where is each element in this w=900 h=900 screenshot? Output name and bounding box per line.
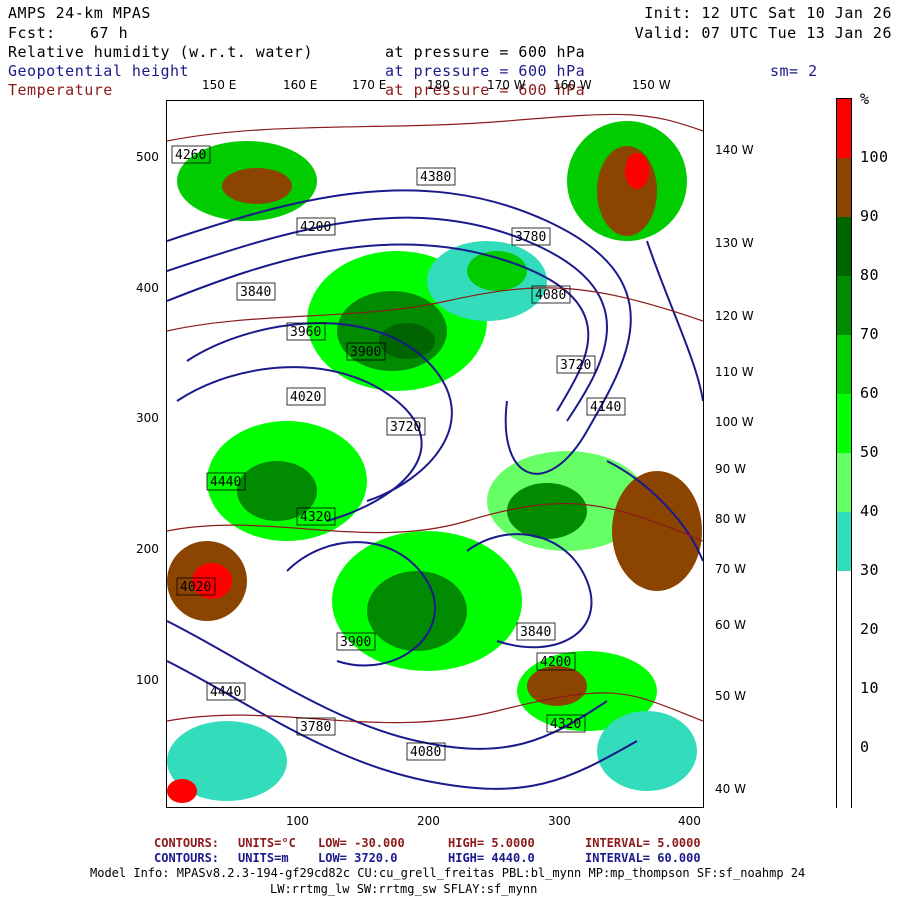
height-label: 4200 [540,655,571,670]
colorbar-segment [837,512,851,572]
lon-label-right: 120 W [715,309,754,323]
map-plot-area: 4260 4380 4200 3780 3840 3960 4080 3900 3720 3720… [166,100,704,808]
height-label: 4080 [410,745,441,760]
x-tick-label: 200 [417,814,440,828]
height-contour-low: LOW= 3720.0 [318,851,398,865]
height-label: 3720 [390,420,421,435]
lon-label-top: 160 W [553,78,592,92]
forecast-label: Fcst: [8,24,56,42]
colorbar-label: 0 [860,738,870,756]
model-title: AMPS 24-km MPAS [8,4,151,22]
colorbar-label: 60 [860,384,880,402]
height-label: 3840 [240,285,271,300]
height-contour-interval: INTERVAL= 60.000 [585,851,701,865]
forecast-hours: 67 h [90,24,129,42]
lon-label-top: 180 [427,78,450,92]
height-label: 4080 [535,288,566,303]
lon-label-right: 60 W [715,618,746,632]
colorbar-label: 10 [860,679,880,697]
colorbar-segment [837,158,851,218]
init-time: Init: 12 UTC Sat 10 Jan 26 [644,4,892,22]
height-contour-label: CONTOURS: [154,851,220,865]
lon-label-right: 70 W [715,562,746,576]
height-label: 4320 [550,717,581,732]
lon-label-top: 170 W [487,78,526,92]
y-tick-label: 200 [136,542,159,556]
temp-contour-label: CONTOURS: [154,836,220,850]
colorbar-segment [837,571,851,631]
lon-label-right: 50 W [715,689,746,703]
humidity-colorbar [836,98,852,808]
height-label: 3900 [350,345,381,360]
height-label: 4140 [590,400,621,415]
y-tick-label: 400 [136,281,159,295]
x-tick-label: 400 [678,814,701,828]
height-label: 4440 [210,685,241,700]
smoothing-label: sm= 2 [770,62,818,80]
lon-label-right: 130 W [715,236,754,250]
model-info-line-2: LW:rrtmg_lw SW:rrtmg_sw SFLAY:sf_mynn [270,882,538,896]
lon-label-top: 170 E [352,78,387,92]
colorbar-segment [837,217,851,277]
colorbar-label: 50 [860,443,880,461]
model-info-line-1: Model Info: MPASv8.2.3-194-gf29cd82c CU:… [90,866,806,880]
lon-label-right: 80 W [715,512,746,526]
height-label: 4200 [300,220,331,235]
height-label: 3780 [515,230,546,245]
valid-time: Valid: 07 UTC Tue 13 Jan 26 [634,24,892,42]
colorbar-segment [837,276,851,336]
colorbar-label: 30 [860,561,880,579]
field-name-height: Geopotential height [8,62,190,80]
height-label: 4020 [180,580,211,595]
colorbar-label: 70 [860,325,880,343]
lon-label-top: 150 W [632,78,671,92]
colorbar-label: 20 [860,620,880,638]
colorbar-unit: % [860,90,870,108]
y-tick-label: 300 [136,411,159,425]
field-name-temperature: Temperature [8,81,113,99]
y-tick-label: 100 [136,673,159,687]
height-contour-units: UNITS=m [238,851,289,865]
colorbar-segment [837,689,851,749]
x-tick-label: 300 [548,814,571,828]
colorbar-segment [837,335,851,395]
colorbar-segment [837,99,851,159]
height-label: 4020 [290,390,321,405]
lon-label-right: 90 W [715,462,746,476]
lon-label-right: 100 W [715,415,754,429]
colorbar-segment [837,453,851,513]
colorbar-label: 40 [860,502,880,520]
temp-contour-interval: INTERVAL= 5.0000 [585,836,701,850]
colorbar-segment [837,394,851,454]
lon-label-right: 40 W [715,782,746,796]
height-label: 4440 [210,475,241,490]
humidity-shading [167,121,702,803]
colorbar-segment [837,630,851,690]
height-label: 4260 [175,148,206,163]
temp-contour-high: HIGH= 5.0000 [448,836,535,850]
height-label: 4380 [420,170,451,185]
lon-label-top: 160 E [283,78,318,92]
temp-contour-units: UNITS=°C [238,836,296,850]
colorbar-label: 90 [860,207,880,225]
lon-label-right: 110 W [715,365,754,379]
height-contour-high: HIGH= 4440.0 [448,851,535,865]
colorbar-label: 100 [860,148,889,166]
height-label: 3840 [520,625,551,640]
weather-map: 4260 4380 4200 3780 3840 3960 4080 3900 3720 3720… [167,113,703,803]
height-label: 3900 [340,635,371,650]
colorbar-segment [837,748,851,808]
height-label: 3960 [290,325,321,340]
lon-label-right: 140 W [715,143,754,157]
y-tick-label: 500 [136,150,159,164]
colorbar-label: 80 [860,266,880,284]
temp-contour-low: LOW= -30.000 [318,836,405,850]
x-tick-label: 100 [286,814,309,828]
height-label: 3720 [560,358,591,373]
lon-label-top: 150 E [202,78,237,92]
height-label: 3780 [300,720,331,735]
field-name-rh: Relative humidity (w.r.t. water) [8,43,313,61]
field-level-rh: at pressure = 600 hPa [385,43,586,61]
height-label: 4320 [300,510,331,525]
